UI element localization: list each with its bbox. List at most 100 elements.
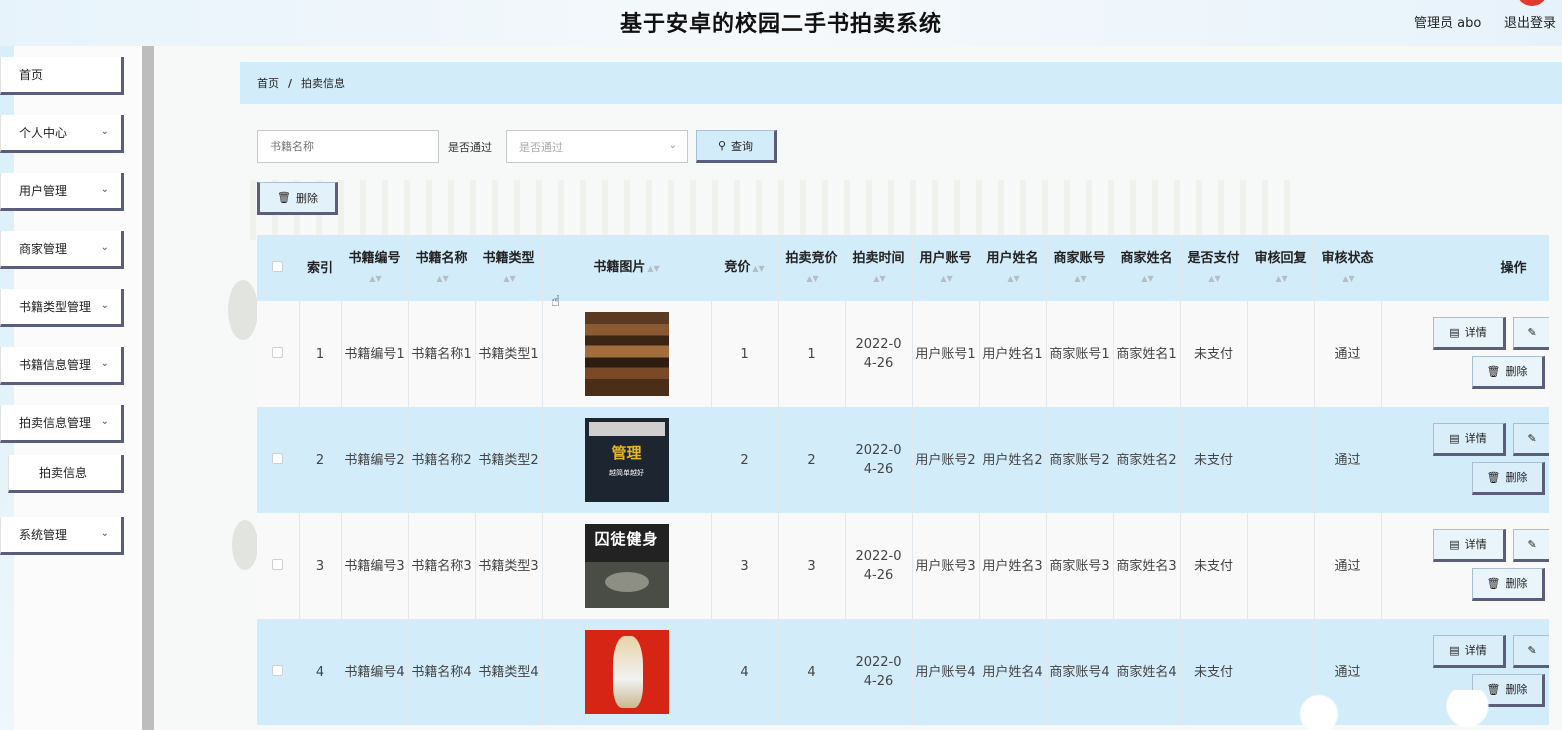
row-checkbox[interactable] (272, 452, 284, 464)
current-user: 管理员 abo (1414, 16, 1482, 31)
sort-icon[interactable]: ▲▼ (1275, 274, 1287, 283)
edit-button[interactable]: ✎ (1512, 317, 1549, 350)
sidebar-subitem-auction-info[interactable]: 拍卖信息 (8, 455, 124, 493)
book-cover-image[interactable] (584, 630, 669, 714)
table-cell: 用户账号4 (912, 619, 980, 725)
row-select-cell[interactable] (257, 619, 300, 725)
column-header[interactable]: 审核回复▲▼ (1247, 235, 1315, 301)
select-all-cell[interactable] (257, 235, 300, 301)
column-header[interactable]: 商家账号▲▼ (1046, 235, 1114, 301)
background-decoration (250, 180, 1300, 240)
column-header[interactable]: 书籍编号▲▼ (341, 235, 409, 301)
detail-button[interactable]: ▤ 详情 (1432, 317, 1506, 350)
query-button[interactable]: ⚲ 查询 (696, 130, 777, 163)
sort-icon[interactable]: ▲▼ (752, 264, 764, 273)
column-header[interactable]: 书籍名称▲▼ (408, 235, 476, 301)
column-header[interactable]: 拍卖时间▲▼ (845, 235, 913, 301)
column-header[interactable]: 书籍图片 ▲▼ (542, 235, 712, 301)
table-cell: 2 (778, 407, 846, 513)
sidebar-item-users[interactable]: 用户管理 ⌄ (0, 173, 124, 211)
sort-icon[interactable]: ▲▼ (503, 274, 515, 283)
breadcrumb-separator: / (288, 76, 293, 90)
sort-icon[interactable]: ▲▼ (436, 274, 448, 283)
sidebar-item-book-info[interactable]: 书籍信息管理 ⌄ (0, 347, 124, 385)
document-icon: ▤ (1449, 432, 1460, 445)
edit-button[interactable]: ✎ (1512, 423, 1549, 456)
detail-button[interactable]: ▤ 详情 (1432, 423, 1506, 456)
sort-icon[interactable]: ▲▼ (1141, 274, 1153, 283)
sort-icon[interactable]: ▲▼ (940, 274, 952, 283)
table-cell: 书籍名称4 (408, 619, 476, 725)
table-cell: 用户姓名3 (979, 513, 1047, 619)
sort-icon[interactable]: ▲▼ (1342, 274, 1354, 283)
sidebar-item-merchants[interactable]: 商家管理 ⌄ (0, 231, 124, 269)
logout-link[interactable]: 退出登录 (1504, 12, 1556, 31)
table-cell: 商家姓名3 (1113, 513, 1181, 619)
delete-button[interactable]: 🗑删除 (1471, 356, 1545, 389)
column-header[interactable]: 书籍类型▲▼ (475, 235, 543, 301)
cover-subtitle: 越简单越好 (609, 469, 644, 477)
select-all-checkbox[interactable] (272, 260, 284, 272)
book-cover-image[interactable]: 管理 越简单越好 (584, 418, 669, 502)
delete-button[interactable]: 🗑删除 (1471, 462, 1545, 495)
breadcrumb-home[interactable]: 首页 (257, 75, 279, 91)
delete-button[interactable]: 🗑删除 (1471, 568, 1545, 601)
table-header-row: 索引 书籍编号▲▼ 书籍名称▲▼ 书籍类型▲▼ 书籍图片 ▲▼ 竞价 ▲▼ 拍卖竞价… (257, 235, 1549, 301)
row-checkbox[interactable] (272, 664, 284, 676)
table-cell: 3 (711, 513, 779, 619)
bulk-delete-button[interactable]: 🗑 删除 (257, 182, 338, 215)
table-row[interactable]: 3 书籍编号3 书籍名称3 书籍类型3 囚徒健身 3 3 2022-04-26 … (257, 513, 1549, 619)
column-header[interactable]: 用户姓名▲▼ (979, 235, 1047, 301)
sort-icon[interactable]: ▲▼ (1007, 274, 1019, 283)
sidebar-item-auction-manage[interactable]: 拍卖信息管理 ⌄ (0, 405, 124, 443)
sidebar-item-home[interactable]: 首页 (0, 57, 124, 95)
book-cover-image[interactable]: 囚徒健身 (584, 524, 669, 608)
row-checkbox[interactable] (272, 346, 284, 358)
column-header[interactable]: 用户账号▲▼ (912, 235, 980, 301)
row-select-cell[interactable] (257, 407, 300, 513)
background-leaf (232, 520, 258, 570)
sidebar-item-system[interactable]: 系统管理 ⌄ (0, 517, 124, 555)
table-cell: 管理 越简单越好 (542, 407, 712, 513)
sort-icon[interactable]: ▲▼ (369, 274, 381, 283)
sidebar-item-label: 用户管理 (19, 184, 68, 198)
table-cell: 通过 (1314, 301, 1382, 407)
document-icon: ▤ (1449, 538, 1460, 551)
chevron-down-icon: ⌄ (100, 242, 109, 253)
row-checkbox[interactable] (272, 558, 284, 570)
table-cell: 2 (711, 407, 779, 513)
table-row[interactable]: 2 书籍编号2 书籍名称2 书籍类型2 管理 越简单越好 2 2 2022-04… (257, 407, 1549, 513)
table-row[interactable]: 1 书籍编号1 书籍名称1 书籍类型1 1 1 2022-04-26 用户账号1… (257, 301, 1549, 407)
detail-button[interactable]: ▤ 详情 (1432, 635, 1506, 668)
detail-button[interactable]: ▤ 详情 (1432, 529, 1506, 562)
column-header[interactable]: 拍卖竞价▲▼ (778, 235, 846, 301)
book-name-search-input[interactable] (257, 130, 439, 163)
column-header[interactable]: 商家姓名▲▼ (1113, 235, 1181, 301)
trash-icon: 🗑 (1486, 471, 1501, 484)
table-cell (542, 301, 712, 407)
hand-cursor-icon: ☝ (551, 292, 561, 310)
sort-icon[interactable]: ▲▼ (1074, 274, 1086, 283)
edit-button[interactable]: ✎ (1512, 529, 1549, 562)
column-header[interactable]: 审核状态▲▼ (1314, 235, 1382, 301)
sidebar-item-book-types[interactable]: 书籍类型管理 ⌄ (0, 289, 124, 327)
sidebar-scroll-rail[interactable] (142, 46, 154, 730)
row-select-cell[interactable] (257, 301, 300, 407)
cover-title: 囚徒健身 (594, 530, 659, 548)
column-header[interactable]: 是否支付▲▼ (1180, 235, 1248, 301)
sort-icon[interactable]: ▲▼ (647, 264, 659, 273)
pass-filter-select[interactable]: 是否通过 ⌄ (506, 130, 688, 163)
row-select-cell[interactable] (257, 513, 300, 619)
edit-button[interactable]: ✎ (1512, 635, 1549, 668)
page-title: 基于安卓的校园二手书拍卖系统 (619, 12, 942, 37)
column-header[interactable]: 竞价 ▲▼ (711, 235, 779, 301)
sort-icon[interactable]: ▲▼ (1208, 274, 1220, 283)
sidebar-item-label: 系统管理 (19, 528, 68, 542)
chevron-down-icon: ⌄ (100, 528, 109, 539)
sort-icon[interactable]: ▲▼ (806, 274, 818, 283)
book-cover-image[interactable] (584, 312, 669, 396)
table-cell: 商家姓名2 (1113, 407, 1181, 513)
sidebar-item-profile[interactable]: 个人中心 ⌄ (0, 115, 124, 153)
sort-icon[interactable]: ▲▼ (873, 274, 885, 283)
table-cell: 未支付 (1180, 301, 1248, 407)
